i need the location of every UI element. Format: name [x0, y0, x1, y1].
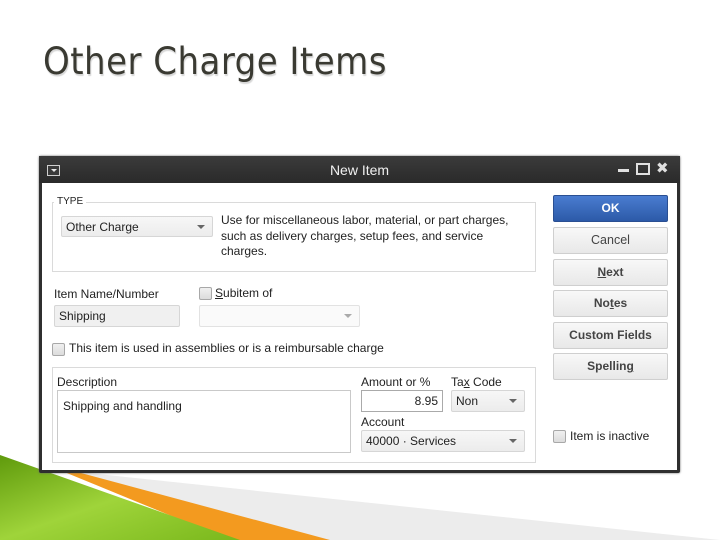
item-name-value: Shipping [59, 309, 106, 323]
slide-title: Other Charge Items [43, 40, 387, 83]
spelling-label-pre: Spellin [587, 359, 627, 373]
ok-button[interactable]: OK [553, 195, 668, 222]
type-description: Use for miscellaneous labor, material, o… [221, 213, 509, 258]
item-name-input[interactable]: Shipping [54, 305, 180, 327]
next-label: ext [606, 265, 624, 279]
maximize-icon[interactable] [636, 163, 650, 175]
subitem-checkbox[interactable] [199, 287, 212, 300]
tax-code-select[interactable]: Non [451, 390, 525, 412]
chevron-down-icon [344, 314, 352, 318]
tax-code-label-pre: Ta [451, 375, 464, 389]
next-mnemonic: N [597, 265, 607, 279]
tax-code-label-post: Code [469, 375, 502, 389]
amount-value: 8.95 [414, 394, 438, 408]
description-textarea[interactable]: Shipping and handling [57, 390, 351, 453]
next-button[interactable]: Next [553, 259, 668, 286]
subitem-mnemonic: S [215, 286, 224, 300]
description-value: Shipping and handling [63, 399, 182, 413]
custom-fields-button[interactable]: Custom Fields [553, 322, 668, 349]
type-legend: TYPE [54, 196, 87, 207]
tax-code-label: Tax Code [451, 375, 502, 389]
chevron-down-icon [197, 225, 205, 229]
inactive-label: Item is inactive [570, 429, 650, 443]
new-item-dialog: New Item ✖ TYPE Other Charge Use for mis… [39, 156, 680, 473]
subitem-label-text: ubitem of [223, 286, 273, 300]
assemblies-label: This item is used in assemblies or is a … [69, 341, 384, 355]
amount-input[interactable]: 8.95 [361, 390, 443, 412]
amount-label: Amount or % [361, 375, 431, 389]
account-value: 40000 · Services [366, 434, 457, 448]
cancel-button[interactable]: Cancel [553, 227, 668, 254]
dialog-titlebar[interactable]: New Item ✖ [39, 156, 680, 183]
type-select[interactable]: Other Charge [61, 216, 213, 237]
spelling-button[interactable]: Spelling [553, 353, 668, 380]
notes-button[interactable]: Notes [553, 290, 668, 317]
account-select[interactable]: 40000 · Services [361, 430, 525, 452]
tax-code-value: Non [456, 394, 479, 408]
close-icon[interactable]: ✖ [656, 159, 669, 177]
chevron-down-icon [509, 439, 517, 443]
spelling-mnemonic: g [626, 359, 634, 373]
notes-label-pre: No [593, 296, 610, 310]
subitem-select[interactable] [199, 305, 360, 327]
dialog-title: New Item [329, 162, 390, 178]
chevron-down-icon [509, 399, 517, 403]
dialog-body: TYPE Other Charge Use for miscellaneous … [42, 183, 677, 470]
subitem-label: Subitem of [215, 286, 272, 300]
description-label: Description [57, 375, 118, 389]
assemblies-checkbox[interactable] [52, 343, 65, 356]
type-select-value: Other Charge [66, 220, 139, 234]
notes-label-post: es [613, 296, 628, 310]
minimize-icon[interactable] [618, 169, 629, 172]
inactive-checkbox[interactable] [553, 430, 566, 443]
account-label: Account [361, 415, 405, 429]
item-name-label: Item Name/Number [54, 287, 159, 301]
